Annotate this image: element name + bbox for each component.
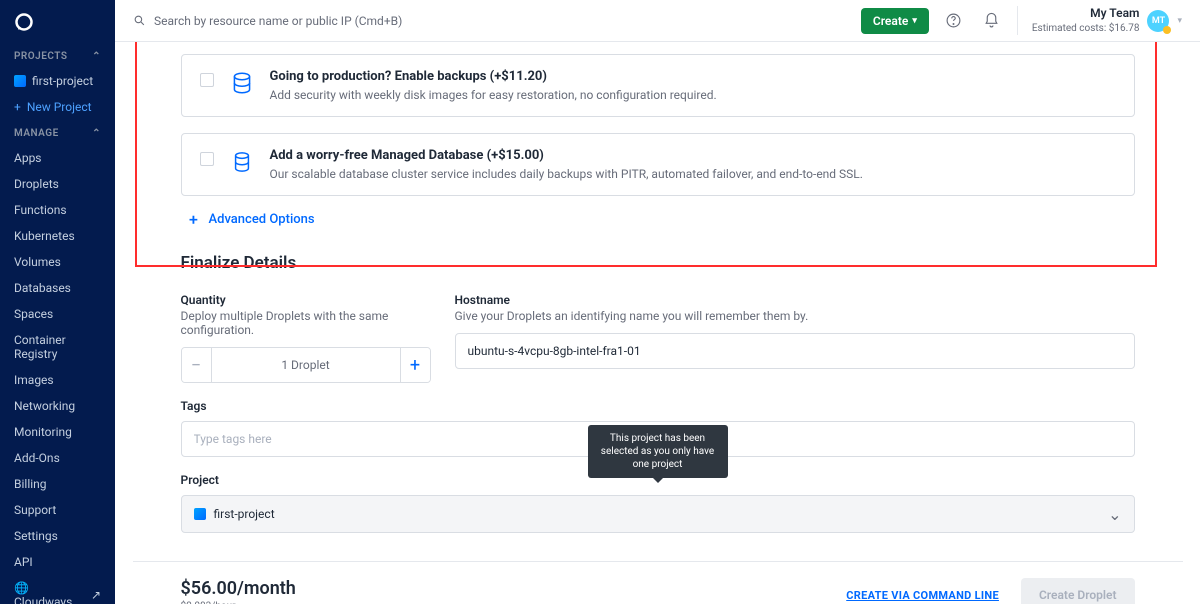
project-icon <box>194 508 206 520</box>
logo[interactable] <box>0 0 115 43</box>
quantity-value: 1 Droplet <box>212 348 400 382</box>
backup-card: Going to production? Enable backups (+$1… <box>181 54 1135 117</box>
hostname-hint: Give your Droplets an identifying name y… <box>455 309 1135 323</box>
sidebar-item-settings[interactable]: Settings <box>0 523 115 549</box>
plus-icon: + <box>14 100 21 114</box>
chevron-up-icon: ⌃ <box>92 128 101 139</box>
sidebar-item-droplets[interactable]: Droplets <box>0 171 115 197</box>
project-select[interactable]: first-project ⌄ <box>181 495 1135 533</box>
avatar: MT <box>1147 10 1169 32</box>
quantity-increment[interactable]: + <box>400 348 430 382</box>
chevron-down-icon: ▾ <box>1177 16 1182 26</box>
sidebar-item-support[interactable]: Support <box>0 497 115 523</box>
search-icon <box>133 14 146 27</box>
create-button[interactable]: Create ▾ <box>861 8 929 34</box>
quantity-hint: Deploy multiple Droplets with the same c… <box>181 309 431 337</box>
sidebar-new-project[interactable]: + New Project <box>0 94 115 120</box>
tags-label: Tags <box>181 399 1135 413</box>
sidebar-item-container-registry[interactable]: Container Registry <box>0 327 115 367</box>
project-tooltip: This project has been selected as you on… <box>588 425 728 478</box>
advanced-options-toggle[interactable]: + Advanced Options <box>187 212 1135 227</box>
database-desc: Our scalable database cluster service in… <box>270 167 863 181</box>
quantity-decrement[interactable]: − <box>182 348 212 382</box>
database-icon <box>228 148 256 176</box>
sidebar-item-apps[interactable]: Apps <box>0 145 115 171</box>
main: Search by resource name or public IP (Cm… <box>115 0 1200 604</box>
chevron-down-icon: ⌄ <box>1108 505 1121 524</box>
sidebar-item-billing[interactable]: Billing <box>0 471 115 497</box>
sidebar-item-first-project[interactable]: first-project <box>0 68 115 94</box>
sidebar-item-volumes[interactable]: Volumes <box>0 249 115 275</box>
backup-desc: Add security with weekly disk images for… <box>270 88 717 102</box>
price-month: $56.00/month <box>181 578 296 599</box>
quantity-stepper: − 1 Droplet + <box>181 347 431 383</box>
hostname-label: Hostname <box>455 293 1135 307</box>
database-card: Add a worry-free Managed Database (+$15.… <box>181 133 1135 196</box>
hostname-input[interactable] <box>455 333 1135 369</box>
footer-bar: $56.00/month $0.083/hour CREATE VIA COMM… <box>133 561 1183 604</box>
sidebar: PROJECTS ⌃ first-project + New Project M… <box>0 0 115 604</box>
plus-icon: + <box>187 213 201 227</box>
bell-icon[interactable] <box>979 8 1005 34</box>
chevron-down-icon: ▾ <box>912 16 917 26</box>
search-input[interactable]: Search by resource name or public IP (Cm… <box>133 14 849 28</box>
create-via-cli-link[interactable]: CREATE VIA COMMAND LINE <box>846 589 999 602</box>
sidebar-item-databases[interactable]: Databases <box>0 275 115 301</box>
content-scroll[interactable]: Going to production? Enable backups (+$1… <box>115 42 1200 604</box>
backup-icon <box>228 69 256 97</box>
database-checkbox[interactable] <box>200 152 214 166</box>
sidebar-item-api[interactable]: API <box>0 549 115 575</box>
sidebar-item-networking[interactable]: Networking <box>0 393 115 419</box>
sidebar-item-spaces[interactable]: Spaces <box>0 301 115 327</box>
projects-header[interactable]: PROJECTS ⌃ <box>0 43 115 68</box>
sidebar-item-add-ons[interactable]: Add-Ons <box>0 445 115 471</box>
topbar: Search by resource name or public IP (Cm… <box>115 0 1200 42</box>
backup-checkbox[interactable] <box>200 73 214 87</box>
project-icon <box>14 75 26 87</box>
sidebar-item-functions[interactable]: Functions <box>0 197 115 223</box>
create-droplet-button[interactable]: Create Droplet <box>1021 578 1135 604</box>
sidebar-item-images[interactable]: Images <box>0 367 115 393</box>
manage-header[interactable]: MANAGE ⌃ <box>0 120 115 145</box>
backup-title: Going to production? Enable backups (+$1… <box>270 69 717 84</box>
chevron-up-icon: ⌃ <box>92 51 101 62</box>
quantity-label: Quantity <box>181 293 431 307</box>
sidebar-item-monitoring[interactable]: Monitoring <box>0 419 115 445</box>
sidebar-ext-cloudways[interactable]: 🌐 Cloudways↗ <box>0 575 115 604</box>
database-title: Add a worry-free Managed Database (+$15.… <box>270 148 863 163</box>
external-link-icon: ↗ <box>91 588 101 602</box>
sidebar-item-kubernetes[interactable]: Kubernetes <box>0 223 115 249</box>
team-menu[interactable]: My Team Estimated costs: $16.78 MT ▾ <box>1017 6 1182 35</box>
help-icon[interactable] <box>941 8 967 34</box>
finalize-heading: Finalize Details <box>181 253 1135 273</box>
